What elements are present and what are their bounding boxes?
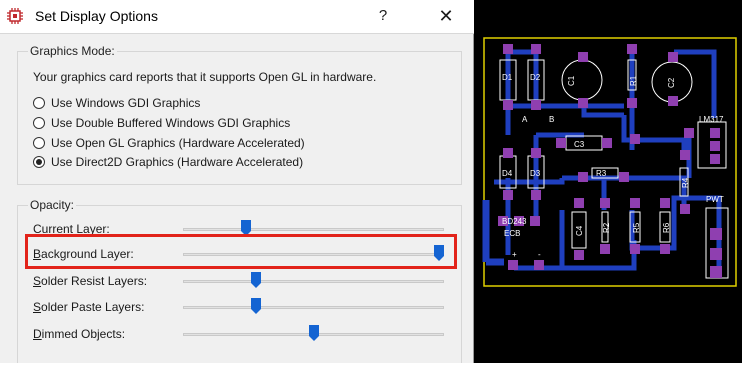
title-bar[interactable]: Set Display Options ? ✕ xyxy=(0,0,474,34)
label-lm317: LM317 xyxy=(699,115,724,124)
label-r6: R6 xyxy=(662,222,671,233)
radio-open-gl[interactable]: Use Open GL Graphics (Hardware Accelerat… xyxy=(33,135,305,151)
graphics-support-description: Your graphics card reports that it suppo… xyxy=(33,70,377,84)
graphics-mode-title: Graphics Mode: xyxy=(28,44,117,58)
label-plus: + xyxy=(512,250,517,259)
label-r3: R3 xyxy=(596,169,607,178)
label-minus: - xyxy=(538,250,541,259)
slider-label: Solder Resist Layers: xyxy=(33,274,148,288)
slider-solder-resist-layers: Solder Resist Layers: xyxy=(33,272,453,292)
label-c3: C3 xyxy=(574,140,585,149)
slider-solder-paste-layers: Solder Paste Layers: xyxy=(33,298,453,318)
slider-track[interactable] xyxy=(183,228,444,231)
radio-windows-gdi[interactable]: Use Windows GDI Graphics xyxy=(33,95,200,111)
label-c4: C4 xyxy=(575,225,584,236)
help-button[interactable]: ? xyxy=(370,4,396,28)
slider-track[interactable] xyxy=(183,280,444,283)
slider-dimmed-objects: Dimmed Objects: xyxy=(33,325,453,345)
label-bd243: BD243 xyxy=(502,217,527,226)
label-r4: R4 xyxy=(681,177,690,188)
slider-thumb[interactable] xyxy=(308,325,319,341)
label-d2: D2 xyxy=(530,73,541,82)
label-r2: R2 xyxy=(602,222,611,233)
opacity-title: Opacity: xyxy=(28,198,77,212)
pcb-preview: D1 D2 C1 R1 C2 A B C3 LM317 D4 D3 R3 R4 … xyxy=(474,0,742,363)
pcb-canvas: D1 D2 C1 R1 C2 A B C3 LM317 D4 D3 R3 R4 … xyxy=(482,37,737,287)
radio-double-buffered-gdi[interactable]: Use Double Buffered Windows GDI Graphics xyxy=(33,115,290,131)
chip-icon xyxy=(7,8,23,24)
label-d3: D3 xyxy=(530,169,541,178)
slider-label: Solder Paste Layers: xyxy=(33,300,145,314)
radio-button[interactable] xyxy=(33,117,45,129)
label-r5: R5 xyxy=(632,222,641,233)
radio-button[interactable] xyxy=(33,137,45,149)
label-ecb: ECB xyxy=(504,229,520,238)
label-r1: R1 xyxy=(629,75,638,86)
slider-track[interactable] xyxy=(183,306,444,309)
slider-thumb[interactable] xyxy=(250,272,261,288)
radio-button-selected[interactable] xyxy=(33,156,45,168)
label-c1: C1 xyxy=(567,75,576,86)
label-a: A xyxy=(522,115,528,124)
label-pwt: PWT xyxy=(706,195,724,204)
slider-thumb[interactable] xyxy=(250,298,261,314)
label-d4: D4 xyxy=(502,169,513,178)
radio-label: Use Open GL Graphics (Hardware Accelerat… xyxy=(51,136,305,150)
highlight-box xyxy=(25,234,457,269)
slider-label: Dimmed Objects: xyxy=(33,327,126,341)
radio-label: Use Windows GDI Graphics xyxy=(51,96,201,110)
set-display-options-dialog: Set Display Options ? ✕ Graphics Mode: Y… xyxy=(0,0,474,363)
radio-direct2d[interactable]: Use Direct2D Graphics (Hardware Accelera… xyxy=(33,154,303,170)
window-title: Set Display Options xyxy=(35,8,158,24)
radio-button[interactable] xyxy=(33,97,45,109)
radio-dot xyxy=(36,159,42,165)
radio-label: Use Double Buffered Windows GDI Graphics xyxy=(51,116,291,130)
close-button[interactable]: ✕ xyxy=(432,4,460,28)
label-d1: D1 xyxy=(502,73,513,82)
radio-label: Use Direct2D Graphics (Hardware Accelera… xyxy=(51,155,304,169)
label-c2: C2 xyxy=(667,77,676,88)
label-b: B xyxy=(549,115,554,124)
